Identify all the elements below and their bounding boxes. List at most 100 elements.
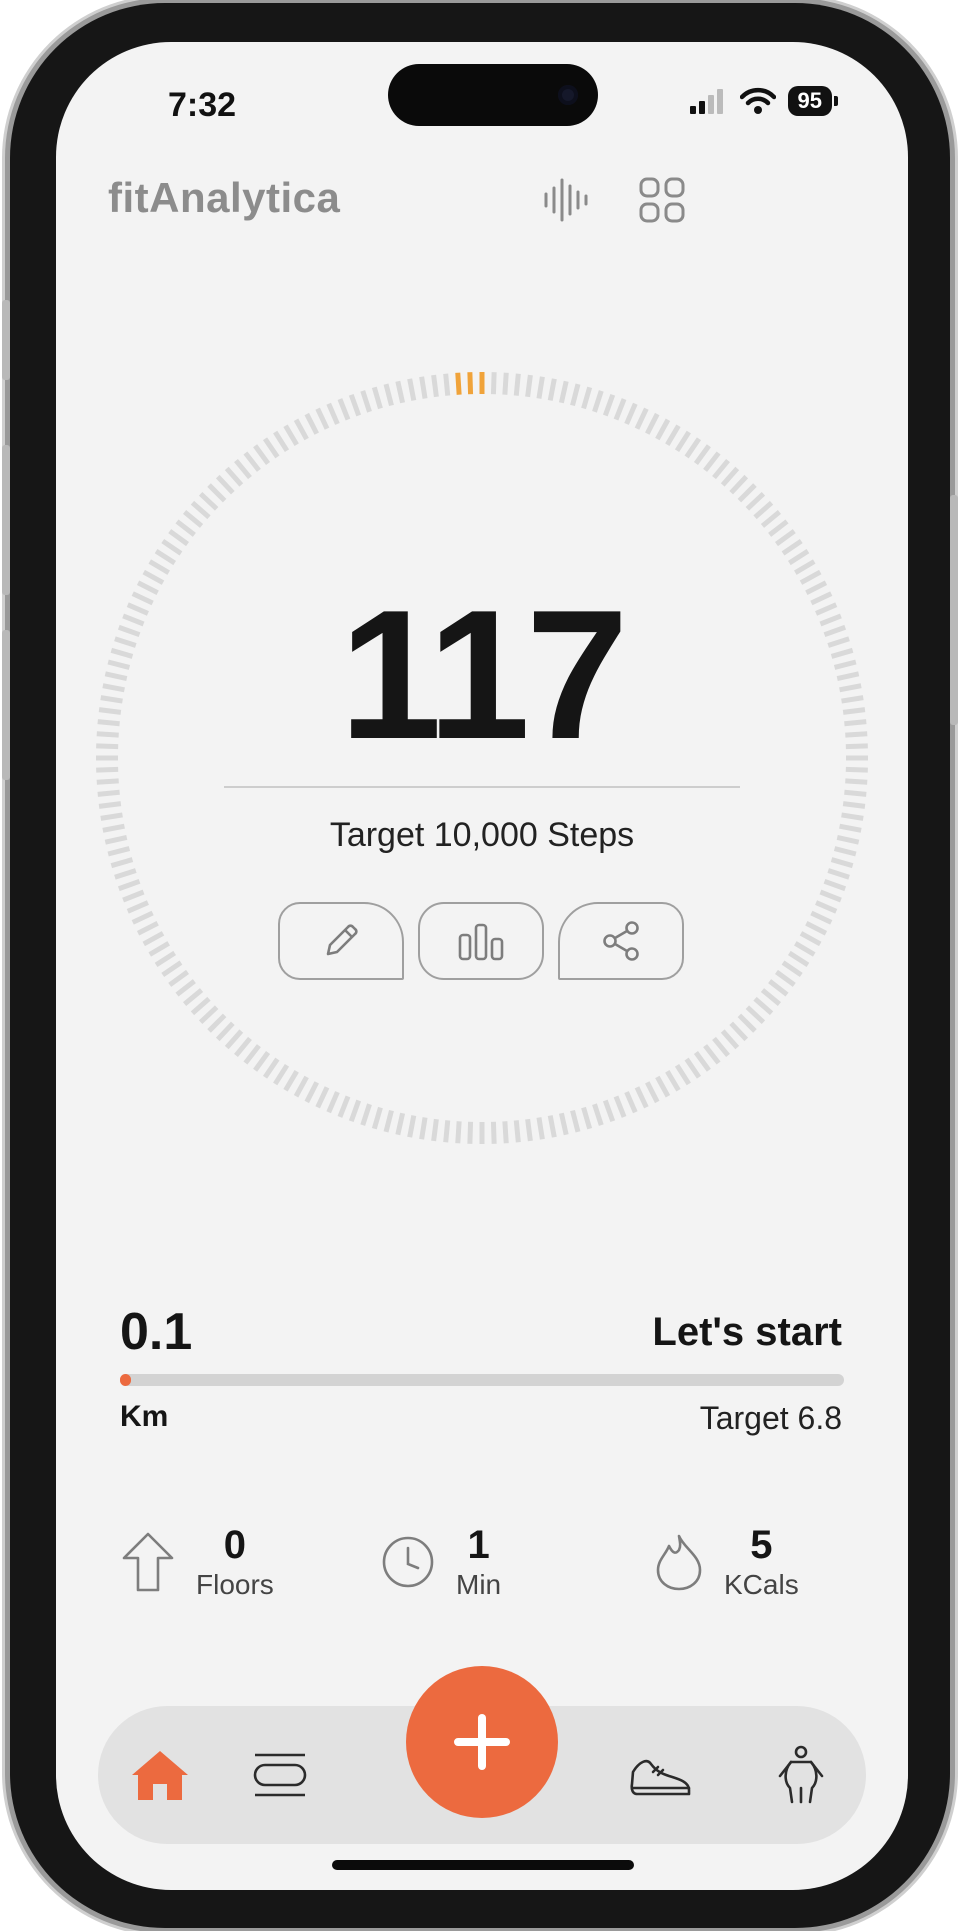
ring-tick: [775, 969, 796, 987]
ring-tick: [467, 1121, 474, 1144]
ring-tick: [161, 538, 183, 556]
pencil-icon: [326, 924, 358, 956]
ring-tick: [136, 921, 159, 936]
ring-tick: [547, 1115, 557, 1138]
ring-tick: [720, 466, 740, 487]
ring-tick: [712, 1036, 730, 1058]
ring-tick: [558, 380, 569, 404]
ring-tick: [513, 373, 521, 396]
ring-tick: [720, 1029, 740, 1050]
dynamic-island: [388, 64, 598, 126]
tab-activity[interactable]: [616, 1706, 706, 1844]
waveform-icon[interactable]: [536, 170, 596, 230]
floors-label: Floors: [196, 1569, 274, 1600]
ring-tick: [547, 378, 557, 401]
screen: 7:32 95 fitAnalytica 117 Target 10,000 S…: [56, 42, 908, 1890]
ring-tick: [337, 1095, 351, 1118]
ring-tick: [348, 393, 362, 417]
ring-tick: [737, 483, 757, 503]
ring-tick: [729, 1021, 749, 1042]
ring-tick: [154, 950, 177, 967]
ring-tick: [581, 386, 593, 410]
ring-tick: [490, 372, 497, 395]
distance-progress-bar: [120, 1374, 844, 1386]
edit-target-button[interactable]: [278, 902, 404, 980]
tab-list[interactable]: [235, 1706, 325, 1844]
ring-tick: [97, 789, 120, 797]
ring-tick: [315, 1086, 330, 1109]
ring-tick: [810, 910, 833, 925]
ring-tick: [182, 988, 204, 1006]
ring-tick: [655, 1075, 671, 1098]
arrow-up-icon: [122, 1532, 174, 1592]
ring-tick: [536, 376, 545, 399]
add-icon: [454, 1714, 510, 1770]
ring-tick: [142, 931, 165, 947]
ring-tick: [224, 1029, 244, 1050]
share-icon: [603, 921, 639, 961]
ring-tick: [745, 491, 766, 511]
ring-tick: [592, 390, 604, 413]
ring-tick: [407, 1115, 417, 1138]
ring-tick: [781, 538, 803, 556]
home-indicator: [332, 1860, 634, 1870]
floors-value: 0: [223, 1523, 247, 1567]
ring-tick: [126, 900, 149, 914]
ring-tick: [787, 950, 810, 967]
ring-tick: [781, 960, 803, 978]
ring-tick: [431, 1118, 439, 1142]
kcals-label: KCals: [724, 1569, 799, 1600]
grid-icon[interactable]: [632, 170, 692, 230]
ring-tick: [674, 430, 691, 453]
minutes-label: Min: [456, 1569, 502, 1600]
ring-tick: [168, 529, 189, 547]
ring-tick: [602, 1099, 616, 1123]
share-button[interactable]: [558, 902, 684, 980]
ring-tick: [729, 474, 749, 495]
stat-kcals: 5 KCals: [654, 1522, 799, 1602]
ring-tick: [419, 376, 428, 399]
ring-tick: [253, 444, 271, 465]
ring-tick: [419, 1117, 428, 1140]
ring-tick: [198, 1005, 219, 1025]
home-icon: [132, 1751, 188, 1800]
statistics-button[interactable]: [418, 902, 544, 980]
ring-tick: [98, 801, 122, 809]
ring-tick: [283, 424, 299, 446]
stat-minutes: 1 Min: [380, 1522, 501, 1602]
ring-tick: [613, 1095, 627, 1118]
ring-tick: [243, 1044, 261, 1065]
ring-tick: [712, 458, 730, 480]
ring-tick: [348, 1099, 362, 1123]
ring-tick: [117, 878, 141, 892]
tab-home[interactable]: [115, 1706, 205, 1844]
ring-tick: [760, 988, 782, 1006]
ring-tick: [131, 910, 154, 925]
ring-tick: [395, 380, 406, 404]
ring-tick: [753, 500, 774, 520]
ring-tick: [326, 1091, 340, 1114]
ring-tick: [799, 931, 822, 947]
camera-icon: [558, 85, 578, 105]
action-button: [2, 300, 10, 380]
status-time: 7:32: [168, 86, 237, 124]
tab-body[interactable]: [756, 1706, 846, 1844]
wifi-icon: [739, 87, 776, 114]
ring-tick: [443, 1120, 451, 1143]
ring-tick: [665, 1070, 681, 1092]
ring-tick: [234, 458, 252, 480]
ring-tick: [570, 383, 581, 407]
kcals-value: 5: [750, 1523, 773, 1567]
ring-tick: [830, 857, 854, 869]
add-button[interactable]: [406, 1666, 558, 1818]
ring-tick: [96, 778, 119, 785]
ring-tick: [787, 549, 810, 566]
ring-tick: [215, 474, 235, 495]
ring-tick: [684, 437, 702, 459]
ring-tick: [655, 418, 671, 441]
cellular-signal-icon: [689, 89, 723, 114]
ring-tick: [693, 444, 711, 465]
ring-tick: [371, 1106, 383, 1130]
ring-tick: [262, 1057, 280, 1079]
ring-tick: [443, 373, 451, 396]
